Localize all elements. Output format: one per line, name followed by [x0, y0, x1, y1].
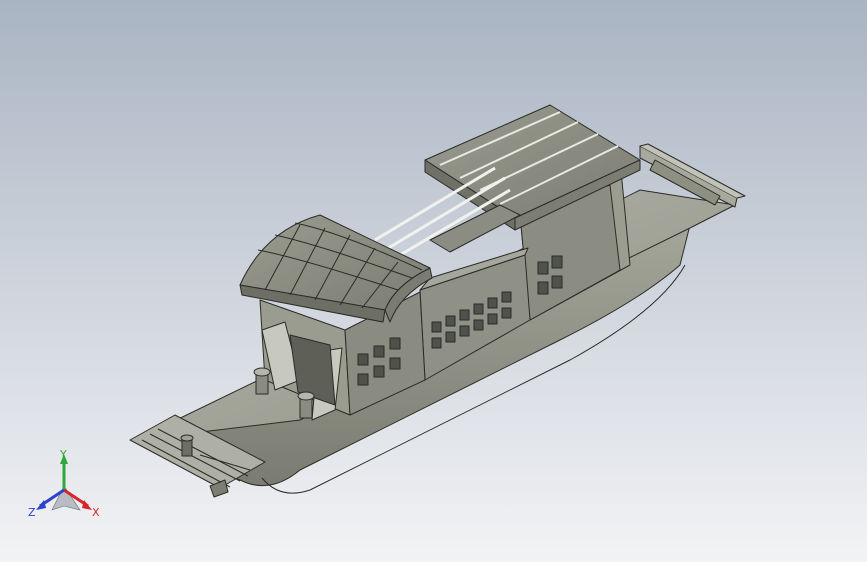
bollard-right: [297, 391, 315, 419]
bollard-left: [253, 367, 271, 395]
x-axis-label: X: [92, 506, 100, 519]
orientation-triad: Y X Z: [28, 448, 100, 519]
z-axis-label: Z: [28, 506, 36, 519]
graphics-viewport[interactable]: Y X Z: [0, 0, 867, 562]
boat-model[interactable]: [0, 0, 867, 562]
y-axis-label: Y: [59, 448, 67, 461]
